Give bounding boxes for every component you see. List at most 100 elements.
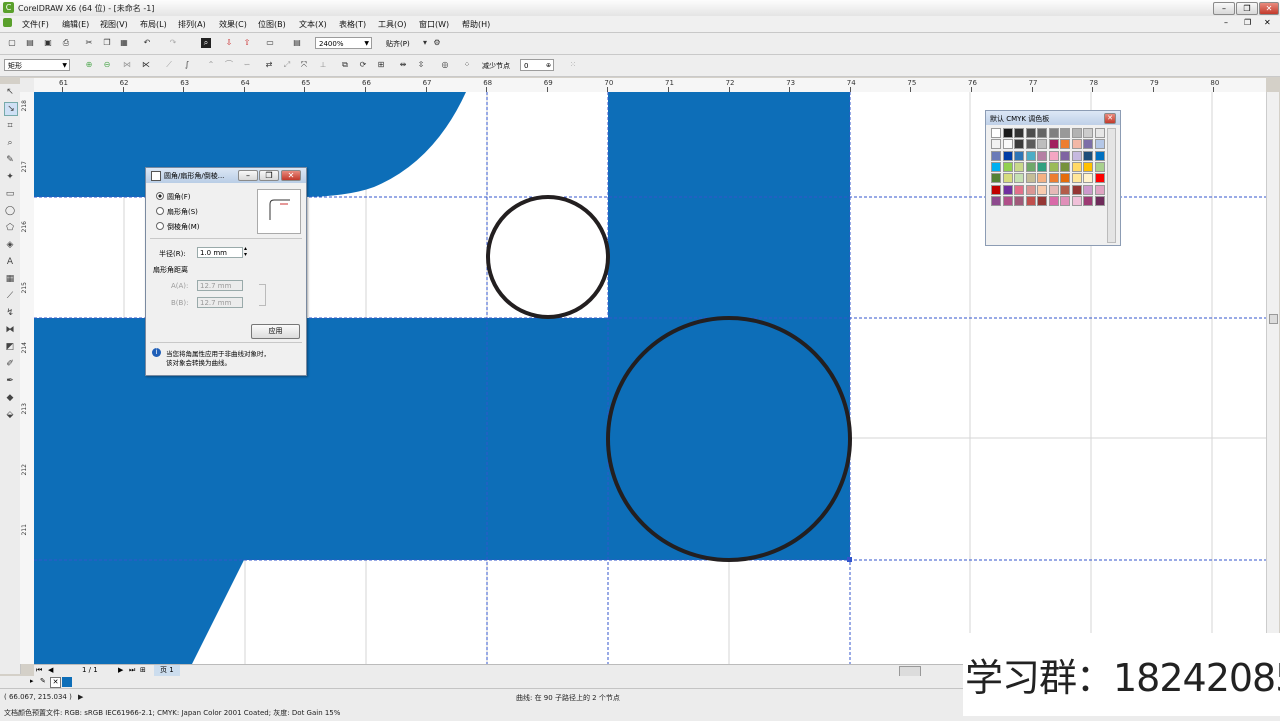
elastic-mode-icon[interactable]: ◎ xyxy=(440,60,450,70)
color-swatch[interactable] xyxy=(1094,173,1105,184)
color-swatch[interactable] xyxy=(1060,184,1070,195)
radius-stepper-icon[interactable]: ▴ ▾ xyxy=(244,246,247,258)
color-swatch[interactable] xyxy=(1002,128,1013,138)
palette-title-bar[interactable]: 默认 CMYK 调色板 ✕ xyxy=(986,111,1120,125)
color-swatch[interactable] xyxy=(1025,184,1036,195)
dialog-close-button[interactable]: ✕ xyxy=(281,170,301,181)
color-swatch[interactable] xyxy=(1060,150,1070,161)
chevron-down-icon[interactable]: ▾ xyxy=(420,38,430,48)
color-swatch[interactable] xyxy=(1094,150,1105,161)
doc-close-icon[interactable]: ✕ xyxy=(1264,18,1271,27)
color-profile-info[interactable]: 文档颜色预置文件: RGB: sRGB IEC61966-2.1; CMYK: … xyxy=(4,708,340,718)
undo-icon[interactable]: ↶ xyxy=(142,38,152,48)
vertical-ruler[interactable]: 218 217 216 215 214 213 212 211 xyxy=(20,92,35,664)
blend-tool-icon[interactable]: ⧓ xyxy=(4,324,16,336)
menu-effects[interactable]: 效果(C) xyxy=(219,19,247,30)
maximize-button[interactable]: ❐ xyxy=(1236,2,1258,15)
color-swatch[interactable] xyxy=(1025,150,1036,161)
color-swatch[interactable] xyxy=(1048,139,1059,150)
color-swatch[interactable] xyxy=(1037,139,1047,150)
vertical-scroll-thumb[interactable] xyxy=(1269,314,1278,324)
minimize-button[interactable]: – xyxy=(1213,2,1235,15)
color-swatch[interactable] xyxy=(1048,150,1059,161)
dialog-minimize-button[interactable]: – xyxy=(238,170,258,181)
outline-tool-icon[interactable]: ✒ xyxy=(4,375,16,387)
page-tab[interactable]: 页 1 xyxy=(154,665,180,676)
color-swatch[interactable] xyxy=(1060,139,1070,150)
color-swatch[interactable] xyxy=(1083,173,1093,184)
crop-tool-icon[interactable]: ⌗ xyxy=(4,120,16,132)
chamfer-radio[interactable]: 倒棱角(M) xyxy=(156,222,200,232)
palette-menu-icon[interactable]: ▸ xyxy=(30,677,34,685)
color-swatch[interactable] xyxy=(1025,161,1036,172)
color-swatch[interactable] xyxy=(1014,173,1024,184)
previous-page-icon[interactable]: ◀ xyxy=(48,666,53,674)
shape-tool-icon[interactable]: ↘ xyxy=(4,102,18,116)
add-page-icon[interactable]: ⊞ xyxy=(140,666,146,674)
menu-help[interactable]: 帮助(H) xyxy=(462,19,490,30)
welcome-screen-icon[interactable]: ▤ xyxy=(292,38,302,48)
palette-scrollbar[interactable] xyxy=(1107,128,1116,243)
first-page-icon[interactable]: ⏮ xyxy=(36,666,42,675)
next-page-icon[interactable]: ▶ xyxy=(118,666,123,674)
color-swatch[interactable] xyxy=(1025,128,1036,138)
color-swatch[interactable] xyxy=(1071,195,1082,206)
smart-fill-icon[interactable]: ✦ xyxy=(4,171,16,183)
color-swatch[interactable] xyxy=(1014,150,1024,161)
color-swatch[interactable] xyxy=(1025,195,1036,206)
color-swatch[interactable] xyxy=(1083,150,1093,161)
curve-smoothness-field[interactable]: 0 ⊕ xyxy=(520,59,554,71)
dialog-restore-button[interactable]: ❐ xyxy=(259,170,279,181)
extend-curve-icon[interactable]: ⤢ xyxy=(282,60,292,70)
color-swatch[interactable] xyxy=(1083,195,1093,206)
color-swatch[interactable] xyxy=(1037,195,1047,206)
application-launcher-icon[interactable]: ▭ xyxy=(265,38,275,48)
color-swatch[interactable] xyxy=(1060,161,1070,172)
connector-tool-icon[interactable]: ↯ xyxy=(4,307,16,319)
copy-icon[interactable]: ❐ xyxy=(102,38,112,48)
align-nodes-icon[interactable]: ⊞ xyxy=(376,60,386,70)
color-swatch[interactable] xyxy=(1037,184,1047,195)
doc-restore-icon[interactable]: ❐ xyxy=(1244,18,1251,27)
color-swatch[interactable] xyxy=(1025,173,1036,184)
color-swatch[interactable] xyxy=(1048,128,1059,138)
selection-node[interactable] xyxy=(847,557,852,562)
color-swatch[interactable] xyxy=(991,161,1001,172)
scallop-radio[interactable]: 扇形角(S) xyxy=(156,207,198,217)
color-swatch[interactable] xyxy=(1071,150,1082,161)
break-curve-icon[interactable]: ⋉ xyxy=(141,60,151,70)
eyedropper-icon[interactable]: ✎ xyxy=(40,677,46,685)
color-swatch[interactable] xyxy=(991,139,1001,150)
color-swatch[interactable] xyxy=(1083,161,1093,172)
to-curve-icon[interactable]: ∫ xyxy=(182,60,192,70)
color-swatch[interactable] xyxy=(1094,161,1105,172)
menu-bitmaps[interactable]: 位图(B) xyxy=(258,19,286,30)
color-swatch[interactable] xyxy=(1048,195,1059,206)
smooth-node-icon[interactable]: ⌒ xyxy=(224,60,234,70)
color-swatch[interactable] xyxy=(1002,139,1013,150)
color-swatch[interactable] xyxy=(1048,161,1059,172)
cusp-node-icon[interactable]: ⌃ xyxy=(206,60,216,70)
color-swatch[interactable] xyxy=(1037,173,1047,184)
color-swatch[interactable] xyxy=(1094,195,1105,206)
menu-view[interactable]: 视图(V) xyxy=(100,19,128,30)
menu-table[interactable]: 表格(T) xyxy=(339,19,366,30)
color-swatch[interactable] xyxy=(1002,161,1013,172)
freehand-tool-icon[interactable]: ✎ xyxy=(4,154,16,166)
color-swatch[interactable] xyxy=(1002,195,1013,206)
pick-tool-icon[interactable]: ↖ xyxy=(4,86,16,98)
transparency-tool-icon[interactable]: ◩ xyxy=(4,341,16,353)
distance-a-input[interactable]: 12.7 mm xyxy=(197,280,243,291)
document-color-swatch[interactable] xyxy=(62,677,72,687)
color-swatch[interactable] xyxy=(1094,184,1105,195)
color-swatch[interactable] xyxy=(1037,150,1047,161)
color-swatch[interactable] xyxy=(1014,161,1024,172)
color-swatch[interactable] xyxy=(1083,139,1093,150)
color-swatch[interactable] xyxy=(1025,139,1036,150)
reverse-direction-icon[interactable]: ⇄ xyxy=(264,60,274,70)
interactive-fill-icon[interactable]: ⬙ xyxy=(4,409,16,421)
text-tool-icon[interactable]: A xyxy=(4,256,16,268)
rotate-nodes-icon[interactable]: ⟳ xyxy=(358,60,368,70)
fill-tool-icon[interactable]: ◆ xyxy=(4,392,16,404)
color-swatch[interactable] xyxy=(1014,128,1024,138)
